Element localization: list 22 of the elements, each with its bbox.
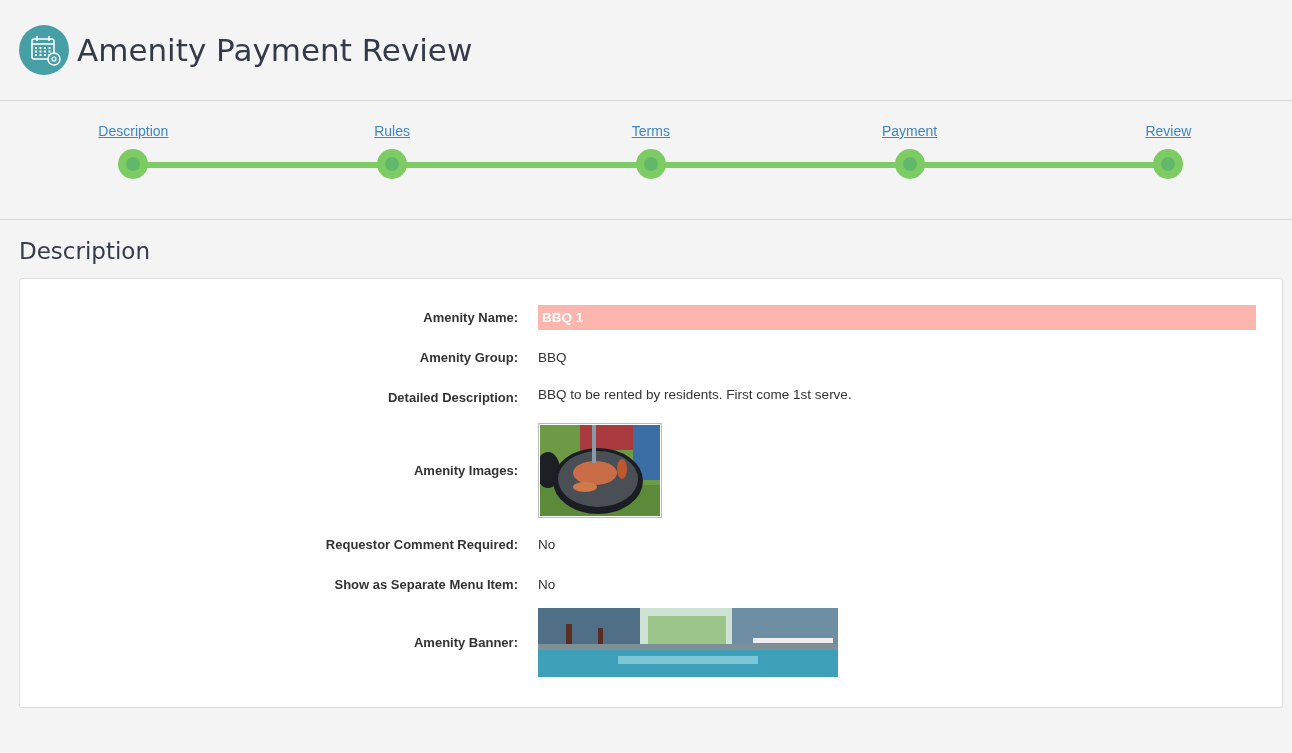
- field-value: BBQ: [538, 349, 567, 365]
- field-value: BBQ to be rented by residents. First come 1st serve.: [538, 387, 852, 402]
- page-title: Amenity Payment Review: [77, 32, 473, 68]
- step-link[interactable]: Review: [1145, 123, 1192, 139]
- field-label: Amenity Name:: [422, 309, 518, 325]
- field-label: Detailed Description:: [386, 389, 518, 405]
- section-title: Description: [19, 238, 151, 264]
- calendar-gear-icon: [19, 25, 69, 75]
- field-label: Amenity Group:: [418, 349, 518, 365]
- step-link[interactable]: Terms: [631, 123, 670, 139]
- step-dot[interactable]: [1153, 149, 1184, 179]
- field-label: Show as Separate Menu Item:: [333, 576, 518, 592]
- field-label: Amenity Banner:: [412, 635, 518, 650]
- field-value: No: [538, 576, 556, 592]
- field-label: Requestor Comment Required:: [324, 536, 518, 552]
- field-value: No: [538, 536, 556, 552]
- step-link[interactable]: Rules: [374, 123, 410, 139]
- step-link[interactable]: Payment: [882, 123, 938, 139]
- step-dot[interactable]: [118, 149, 149, 179]
- amenity-name-value: BBQ 1: [538, 304, 1256, 330]
- step-link[interactable]: Description: [98, 123, 169, 139]
- field-label: Amenity Images:: [412, 463, 518, 478]
